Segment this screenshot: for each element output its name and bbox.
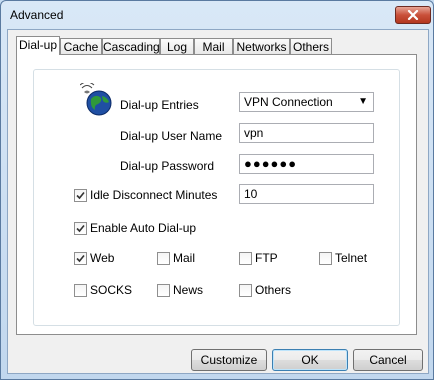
protocol-web-checkbox[interactable] [74, 251, 87, 265]
dial-up-password-input[interactable]: ●●●●●● [239, 154, 374, 174]
protocol-telnet-checkbox[interactable] [319, 251, 332, 265]
protocol-web-row: Web [74, 251, 114, 265]
protocol-ftp-checkbox[interactable] [239, 251, 252, 265]
chevron-down-icon: ▼ [358, 96, 368, 107]
title-bar[interactable]: Advanced [1, 1, 433, 29]
customize-button[interactable]: Customize [191, 349, 267, 371]
protocol-mail-label: Mail [173, 251, 196, 265]
protocol-socks-row: SOCKS [74, 283, 132, 297]
auto-dialup-checkbox[interactable] [74, 221, 87, 235]
tab-log[interactable]: Log [160, 38, 194, 54]
checkmark-icon [76, 191, 85, 199]
tab-cache[interactable]: Cache [60, 38, 102, 54]
dial-up-password-value: ●●●●●● [244, 156, 298, 171]
tab-dial-up[interactable]: Dial-up [16, 36, 60, 55]
protocol-web-label: Web [90, 251, 115, 265]
dial-up-username-value: vpn [244, 126, 264, 140]
dial-up-username-input[interactable]: vpn [239, 123, 374, 143]
protocol-ftp-row: FTP [239, 251, 278, 265]
dial-up-group: Dial-up Entries VPN Connection ▼ Dial-up… [33, 69, 400, 326]
protocol-news-label: News [173, 283, 204, 297]
cancel-button[interactable]: Cancel [353, 349, 423, 371]
idle-disconnect-row: Idle Disconnect Minutes [74, 188, 217, 202]
idle-disconnect-checkbox[interactable] [74, 188, 87, 202]
close-button[interactable] [395, 6, 431, 24]
tab-others[interactable]: Others [290, 38, 332, 54]
tab-mail[interactable]: Mail [194, 38, 233, 54]
tab-cascading[interactable]: Cascading [102, 38, 160, 54]
globe-dialup-icon [80, 83, 112, 116]
dial-up-entries-value: VPN Connection [244, 95, 333, 109]
protocol-socks-checkbox[interactable] [74, 283, 87, 297]
window-title: Advanced [10, 8, 64, 22]
tab-networks[interactable]: Networks [233, 38, 290, 54]
checkmark-icon [76, 254, 85, 262]
idle-minutes-value: 10 [244, 187, 258, 201]
protocol-telnet-row: Telnet [319, 251, 367, 265]
protocol-others-label: Others [255, 283, 292, 297]
checkmark-icon [76, 224, 85, 232]
dial-up-password-label: Dial-up Password [120, 159, 215, 173]
protocol-others-row: Others [239, 283, 291, 297]
protocol-socks-label: SOCKS [90, 283, 133, 297]
protocol-mail-row: Mail [157, 251, 195, 265]
close-icon [407, 10, 419, 20]
auto-dialup-row: Enable Auto Dial-up [74, 221, 196, 235]
advanced-dialog: Advanced Dial-up Cache Cascading Log Mai… [0, 0, 434, 380]
idle-minutes-input[interactable]: 10 [239, 184, 374, 204]
ok-button[interactable]: OK [272, 349, 348, 371]
dial-up-entries-label: Dial-up Entries [120, 98, 199, 112]
dial-up-panel: Dial-up Entries VPN Connection ▼ Dial-up… [16, 54, 417, 335]
auto-dialup-label: Enable Auto Dial-up [90, 221, 197, 235]
protocol-others-checkbox[interactable] [239, 283, 252, 297]
protocol-news-row: News [157, 283, 203, 297]
protocol-mail-checkbox[interactable] [157, 251, 170, 265]
protocol-telnet-label: Telnet [335, 251, 368, 265]
protocol-ftp-label: FTP [255, 251, 278, 265]
dial-up-entries-select[interactable]: VPN Connection ▼ [239, 92, 374, 112]
idle-disconnect-label: Idle Disconnect Minutes [90, 188, 218, 202]
protocol-news-checkbox[interactable] [157, 283, 170, 297]
dialog-client: Dial-up Cache Cascading Log Mail Network… [7, 29, 429, 374]
dial-up-username-label: Dial-up User Name [120, 129, 223, 143]
